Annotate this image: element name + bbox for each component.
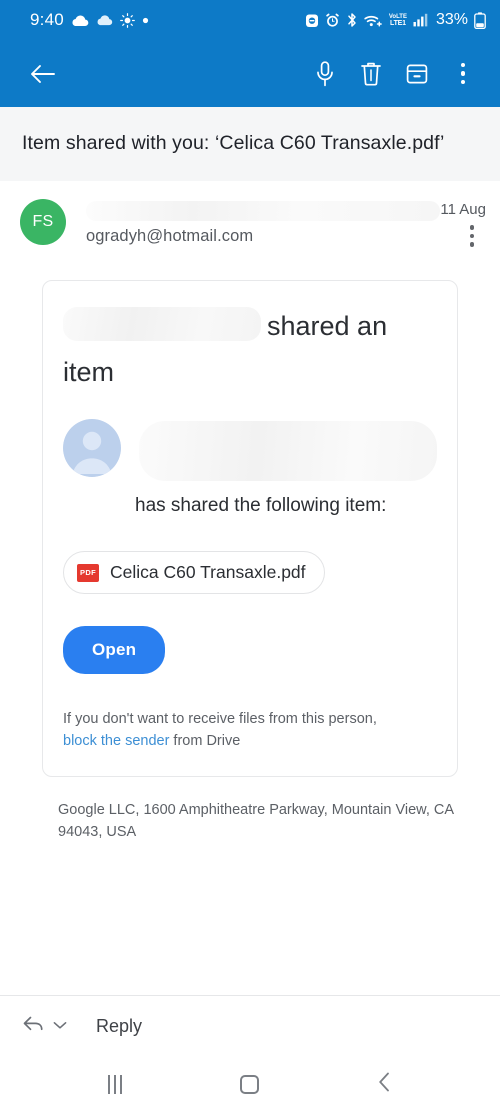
sender-meta: 11 Aug (440, 199, 486, 248)
card-headline: shared an item (63, 303, 437, 397)
back-button[interactable] (20, 51, 66, 97)
dots-vertical-icon (460, 62, 466, 85)
status-bar-left: 9:40 (30, 10, 149, 30)
subject-section: Item shared with you: ‘Celica C60 Transa… (0, 107, 500, 181)
app-toolbar (0, 40, 500, 107)
more-options-button[interactable] (440, 51, 486, 97)
phone-screen: 9:40 VoLTE LTE1 33% Item shared with you… (0, 0, 500, 1112)
email-date: 11 Aug (440, 201, 486, 218)
reply-action-group[interactable] (22, 1014, 68, 1039)
cloud-icon (96, 14, 113, 26)
pdf-icon: PDF (77, 563, 99, 582)
sharer-identity-block (63, 419, 437, 481)
recents-icon (108, 1075, 123, 1094)
nav-back-button[interactable] (357, 1063, 413, 1107)
sender-details: ogradyh@hotmail.com (66, 199, 441, 248)
reply-bar: Reply (0, 995, 500, 1057)
disclaimer-text: If you don't want to receive files from … (63, 711, 377, 727)
wifi-icon (364, 13, 383, 28)
block-sender-disclaimer: If you don't want to receive files from … (63, 708, 437, 752)
avatar[interactable]: FS (20, 199, 66, 245)
android-nav-bar (0, 1057, 500, 1112)
delete-button[interactable] (348, 51, 394, 97)
status-bar: 9:40 VoLTE LTE1 33% (0, 0, 500, 40)
open-button[interactable]: Open (63, 626, 166, 674)
nav-home-button[interactable] (222, 1063, 278, 1107)
status-bar-right: VoLTE LTE1 33% (305, 11, 486, 29)
sharer-name-redaction (63, 307, 261, 341)
attachment-chip[interactable]: PDF Celica C60 Transaxle.pdf (63, 551, 325, 594)
microphone-button[interactable] (302, 51, 348, 97)
block-the-sender-link[interactable]: block the sender (63, 733, 169, 749)
lte-icon: VoLTE LTE1 (388, 13, 407, 27)
bluetooth-icon (346, 12, 358, 28)
dot-icon (142, 17, 149, 24)
chevron-down-icon[interactable] (52, 1018, 68, 1036)
sun-icon (120, 12, 135, 28)
signal-bars-icon (413, 13, 428, 27)
do-not-disturb-icon (305, 13, 319, 28)
chevron-left-icon (377, 1071, 393, 1098)
reply-label[interactable]: Reply (96, 1016, 142, 1037)
sender-email: ogradyh@hotmail.com (86, 227, 254, 245)
battery-icon (474, 11, 486, 29)
dots-vertical-icon (469, 225, 475, 247)
avatar-initials: FS (32, 213, 54, 230)
reply-arrow-icon (22, 1014, 46, 1039)
message-more-options-button[interactable] (458, 224, 486, 248)
person-avatar (63, 419, 121, 477)
cloud-icon (71, 14, 89, 27)
sender-name-redaction (86, 201, 441, 221)
shared-item-line: has shared the following item: (135, 495, 387, 516)
attachment-filename: Celica C60 Transaxle.pdf (110, 562, 306, 582)
disclaimer-suffix: from Drive (169, 733, 241, 749)
page-title: Item shared with you: ‘Celica C60 Transa… (22, 132, 445, 154)
archive-button[interactable] (394, 51, 440, 97)
nav-recents-button[interactable] (87, 1063, 143, 1107)
email-body-scroll[interactable]: FS ogradyh@hotmail.com 11 Aug shared an … (0, 181, 500, 995)
alarm-icon (325, 13, 340, 28)
status-clock: 9:40 (30, 10, 64, 29)
drive-share-card: shared an item has shared the following … (42, 280, 458, 777)
sharer-email-redaction (139, 421, 437, 481)
sender-row[interactable]: FS ogradyh@hotmail.com 11 Aug (0, 181, 500, 254)
battery-percent-label: 33% (435, 11, 468, 28)
google-address-footer: Google LLC, 1600 Amphitheatre Parkway, M… (58, 802, 454, 840)
home-icon (240, 1075, 260, 1094)
